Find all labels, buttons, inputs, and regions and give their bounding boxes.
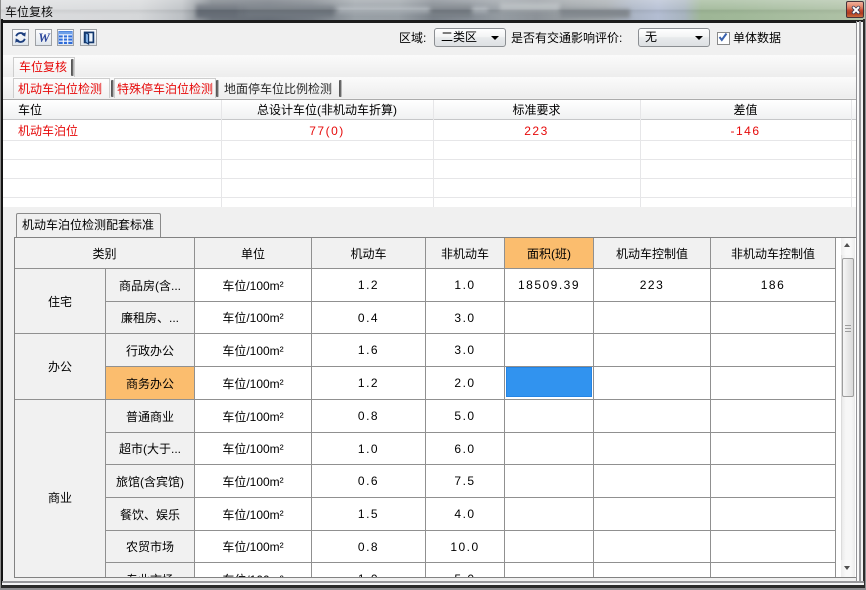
svg-text:W: W [38,30,51,45]
